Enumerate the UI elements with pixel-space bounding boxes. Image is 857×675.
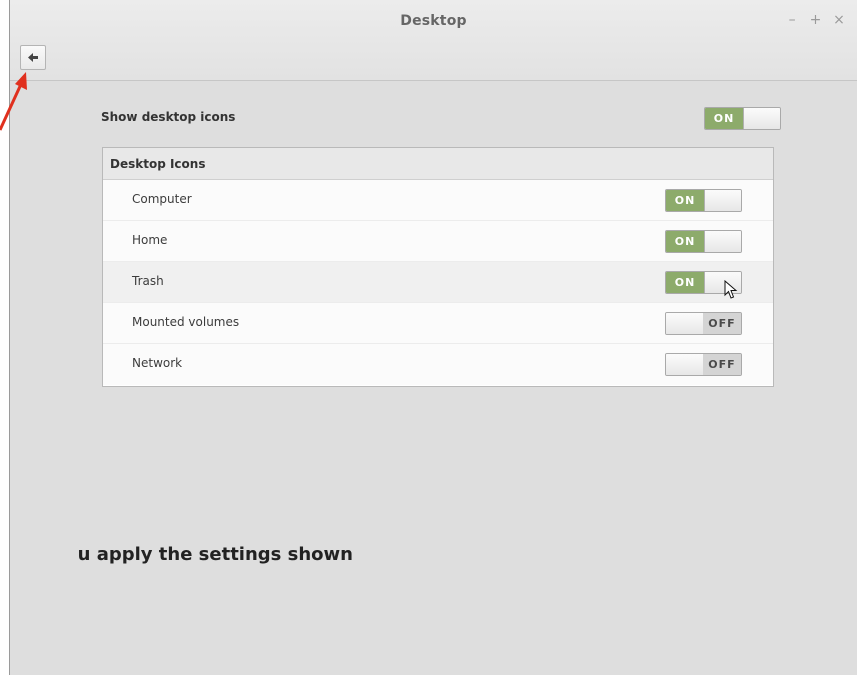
item-label: Network bbox=[132, 356, 183, 370]
settings-window: Desktop – + × Show desktop icons ON Desk… bbox=[9, 0, 857, 675]
switch-knob bbox=[666, 354, 705, 375]
mounted-volumes-switch[interactable]: OFF bbox=[665, 312, 742, 335]
caption-label: u apply the settings shown bbox=[77, 544, 353, 565]
switch-state: OFF bbox=[703, 313, 741, 334]
item-label: Trash bbox=[132, 274, 164, 288]
switch-knob bbox=[704, 231, 741, 252]
back-arrow-icon bbox=[28, 53, 38, 62]
list-item-mounted-volumes: Mounted volumes OFF bbox=[103, 303, 773, 344]
item-label: Mounted volumes bbox=[132, 315, 240, 329]
switch-state: ON bbox=[705, 108, 743, 129]
desktop-icons-panel: Desktop Icons Computer ON Home ON Trash … bbox=[102, 147, 774, 387]
home-switch[interactable]: ON bbox=[665, 230, 742, 253]
window-title: Desktop bbox=[400, 13, 467, 29]
item-label: Home bbox=[132, 233, 168, 247]
switch-knob bbox=[666, 313, 705, 334]
show-desktop-icons-switch[interactable]: ON bbox=[704, 107, 781, 130]
list-item-network: Network OFF bbox=[103, 344, 773, 385]
show-desktop-icons-row: Show desktop icons ON bbox=[101, 106, 781, 131]
list-item-home: Home ON bbox=[103, 221, 773, 262]
switch-state: ON bbox=[666, 190, 704, 211]
panel-header: Desktop Icons bbox=[103, 148, 773, 180]
back-button[interactable] bbox=[20, 45, 46, 70]
network-switch[interactable]: OFF bbox=[665, 353, 742, 376]
title-bar: Desktop – + × bbox=[10, 0, 857, 81]
computer-switch[interactable]: ON bbox=[665, 189, 742, 212]
close-button[interactable]: × bbox=[831, 12, 847, 28]
switch-knob bbox=[743, 108, 780, 129]
panel-title: Desktop Icons bbox=[110, 157, 206, 171]
list-item-trash: Trash ON bbox=[103, 262, 773, 303]
item-label: Computer bbox=[132, 192, 192, 206]
switch-knob bbox=[704, 190, 741, 211]
caption-text: u apply the settings shown bbox=[0, 543, 400, 573]
list-item-computer: Computer ON bbox=[103, 180, 773, 221]
show-desktop-icons-label: Show desktop icons bbox=[101, 110, 236, 124]
maximize-button[interactable]: + bbox=[808, 12, 824, 28]
switch-state: OFF bbox=[703, 354, 741, 375]
annotation-arrow-icon bbox=[0, 72, 27, 131]
mouse-cursor-icon bbox=[724, 280, 738, 299]
window-controls: – + × bbox=[781, 12, 847, 28]
minimize-button[interactable]: – bbox=[784, 12, 800, 28]
switch-state: ON bbox=[666, 272, 704, 293]
switch-state: ON bbox=[666, 231, 704, 252]
